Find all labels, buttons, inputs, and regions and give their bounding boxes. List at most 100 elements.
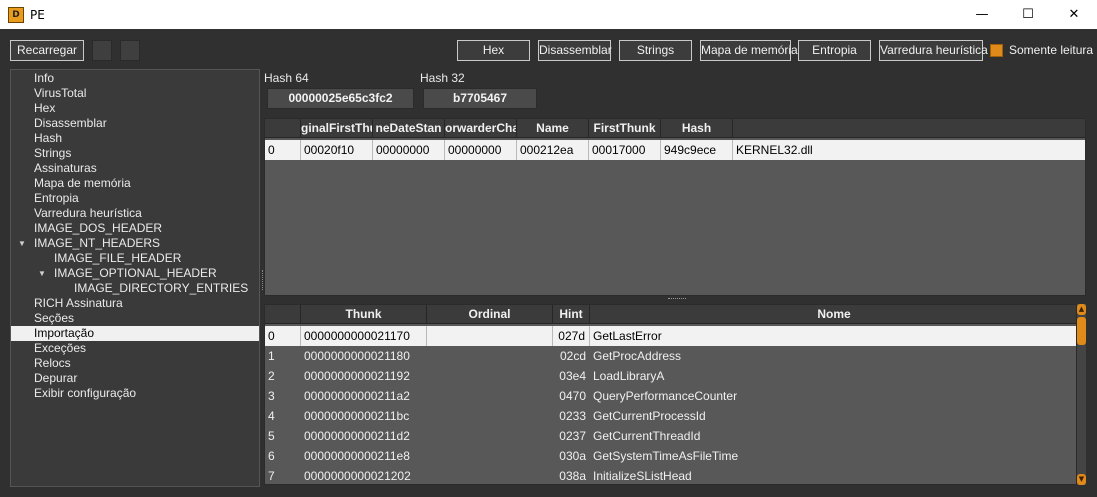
tree-item-show-config[interactable]: Exibir configuração (11, 386, 259, 401)
imports-header-library (733, 119, 1085, 138)
tree-item-virustotal[interactable]: VirusTotal (11, 86, 259, 101)
functions-header-name[interactable]: Nome (590, 305, 1076, 324)
cell-hash: 949c9ece (661, 140, 733, 160)
imports-header-time-date-stamp[interactable]: neDateStan (373, 119, 445, 138)
table-row[interactable]: 5 00000000000211d2 0237 GetCurrentThread… (265, 426, 1076, 446)
tree-item-disassemble[interactable]: Disassemblar (11, 116, 259, 131)
cell-index: 6 (268, 449, 275, 463)
toolbar-blank-button-2[interactable] (120, 40, 140, 61)
hash32-label: Hash 32 (420, 71, 465, 85)
close-button[interactable]: ✕ (1051, 0, 1097, 29)
imports-header-index[interactable] (265, 119, 301, 138)
cell-function-name: GetSystemTimeAsFileTime (593, 449, 739, 463)
cell-ordinal (427, 326, 553, 346)
cell-index: 5 (268, 429, 275, 443)
strings-button[interactable]: Strings (619, 40, 692, 61)
maximize-button[interactable]: ☐ (1005, 0, 1051, 29)
disassemble-button[interactable]: Disassemblar (538, 40, 612, 61)
table-row[interactable]: 4 00000000000211bc 0233 GetCurrentProces… (265, 406, 1076, 426)
memory-map-button[interactable]: Mapa de memória (700, 40, 798, 61)
horizontal-splitter[interactable] (668, 298, 686, 300)
imports-header-forwarder-chain[interactable]: orwarderCha (445, 119, 517, 138)
title-bar: D PE — ☐ ✕ (0, 0, 1097, 29)
cell-hint: 03e4 (559, 369, 586, 383)
imports-header-name[interactable]: Name (517, 119, 589, 138)
functions-header-index[interactable] (265, 305, 301, 324)
functions-header-ordinal[interactable]: Ordinal (427, 305, 553, 324)
reload-button[interactable]: Recarregar (10, 40, 84, 61)
cell-index: 1 (268, 349, 275, 363)
imports-header-first-thunk[interactable]: FirstThunk (589, 119, 661, 138)
tree-item-imports[interactable]: Importação (11, 326, 259, 341)
tree-item-image-file-header[interactable]: IMAGE_FILE_HEADER (11, 251, 259, 266)
functions-header-hint[interactable]: Hint (553, 305, 590, 324)
tree-item-hash[interactable]: Hash (11, 131, 259, 146)
table-row[interactable]: 0 00020f10 00000000 00000000 000212ea 00… (265, 140, 1085, 160)
cell-index: 0 (265, 326, 301, 346)
cell-index: 0 (265, 140, 301, 160)
tree-item-image-optional-header[interactable]: IMAGE_OPTIONAL_HEADER (11, 266, 231, 281)
cell-hint: 0233 (559, 409, 586, 423)
cell-thunk: 0000000000021170 (301, 326, 427, 346)
cell-thunk: 00000000000211d2 (304, 429, 410, 443)
cell-index: 2 (268, 369, 275, 383)
functions-scrollbar[interactable]: ▲ ▼ (1077, 304, 1086, 485)
table-row[interactable]: 1 0000000000021180 02cd GetProcAddress (265, 346, 1076, 366)
table-row[interactable]: 7 0000000000021202 038a InitializeSListH… (265, 466, 1076, 484)
cell-thunk: 00000000000211e8 (304, 449, 410, 463)
tree-item-entropy[interactable]: Entropia (11, 191, 259, 206)
cell-first-thunk: 00017000 (589, 140, 661, 160)
table-row[interactable]: 6 00000000000211e8 030a GetSystemTimeAsF… (265, 446, 1076, 466)
cell-function-name: InitializeSListHead (593, 469, 692, 483)
tree-item-exceptions[interactable]: Exceções (11, 341, 259, 356)
tree-item-image-directory-entries[interactable]: IMAGE_DIRECTORY_ENTRIES (11, 281, 259, 296)
cell-thunk: 0000000000021180 (304, 349, 410, 363)
tree-item-sections[interactable]: Seções (11, 311, 259, 326)
cell-hint: 027d (553, 326, 590, 346)
cell-ordinal (427, 446, 553, 466)
cell-hint: 0237 (559, 429, 586, 443)
tree-item-heuristic-scan[interactable]: Varredura heurística (11, 206, 259, 221)
cell-time-date-stamp: 00000000 (373, 140, 445, 160)
tree-item-relocs[interactable]: Relocs (11, 356, 259, 371)
imports-header-hash[interactable]: Hash (661, 119, 733, 138)
table-row[interactable]: 0 0000000000021170 027d GetLastError (265, 326, 1076, 346)
tree-item-image-nt-headers[interactable]: IMAGE_NT_HEADERS (11, 236, 251, 251)
table-row[interactable]: 3 00000000000211a2 0470 QueryPerformance… (265, 386, 1076, 406)
toolbar-blank-button-1[interactable] (92, 40, 112, 61)
tree-item-signatures[interactable]: Assinaturas (11, 161, 259, 176)
cell-function-name: QueryPerformanceCounter (593, 389, 738, 403)
tree-item-debug[interactable]: Depurar (11, 371, 259, 386)
cell-ordinal (427, 406, 553, 426)
hash32-value: b7705467 (423, 88, 537, 109)
tree-item-strings[interactable]: Strings (11, 146, 259, 161)
tree-item-hex[interactable]: Hex (11, 101, 259, 116)
navigation-tree: Info VirusTotal Hex Disassemblar Hash St… (10, 69, 260, 487)
cell-hint: 030a (559, 449, 586, 463)
scroll-down-icon[interactable]: ▼ (1077, 474, 1086, 485)
cell-forwarder-chain: 00000000 (445, 140, 517, 160)
readonly-label: Somente leitura (1009, 43, 1094, 57)
scrollbar-thumb[interactable] (1077, 317, 1086, 345)
cell-thunk: 00000000000211a2 (304, 389, 410, 403)
hash64-value: 00000025e65c3fc2 (267, 88, 414, 109)
tree-item-rich-signature[interactable]: RICH Assinatura (11, 296, 259, 311)
cell-ordinal (427, 366, 553, 386)
heuristic-scan-button[interactable]: Varredura heurística (879, 40, 988, 61)
scroll-up-icon[interactable]: ▲ (1077, 304, 1086, 315)
readonly-checkbox[interactable] (990, 44, 1003, 57)
minimize-button[interactable]: — (959, 0, 1005, 29)
hex-button[interactable]: Hex (457, 40, 530, 61)
functions-header-thunk[interactable]: Thunk (301, 305, 427, 324)
entropy-button[interactable]: Entropia (798, 40, 871, 61)
imports-header-original-first-thunk[interactable]: ginalFirstThu (301, 119, 373, 138)
window-title: PE (30, 7, 45, 22)
cell-function-name: GetCurrentProcessId (593, 409, 706, 423)
tree-item-info[interactable]: Info (11, 71, 259, 86)
table-row[interactable]: 2 0000000000021192 03e4 LoadLibraryA (265, 366, 1076, 386)
tree-item-memory-map[interactable]: Mapa de memória (11, 176, 259, 191)
tree-item-image-dos-header[interactable]: IMAGE_DOS_HEADER (11, 221, 259, 236)
cell-hint: 038a (559, 469, 586, 483)
cell-thunk: 0000000000021192 (304, 369, 410, 383)
window-controls: — ☐ ✕ (959, 0, 1097, 29)
